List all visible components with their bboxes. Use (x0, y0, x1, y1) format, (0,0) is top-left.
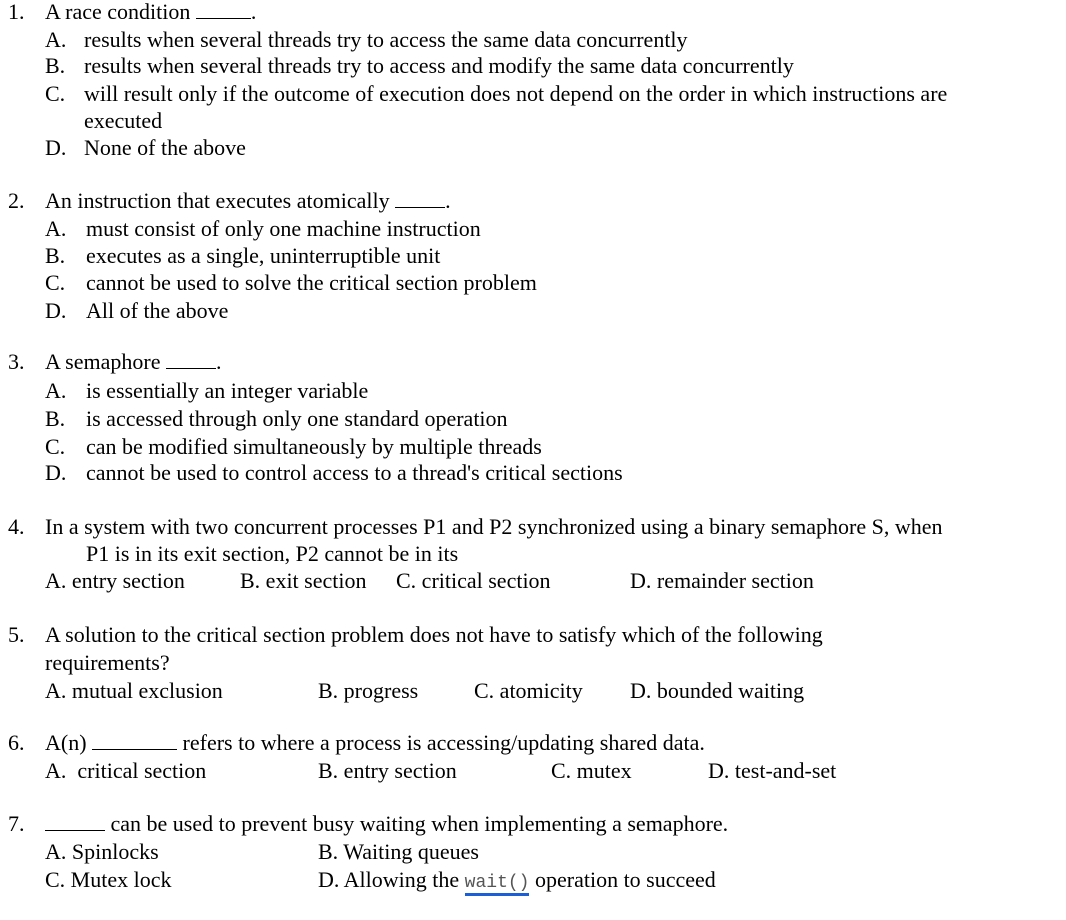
option-text: will result only if the outcome of execu… (84, 81, 948, 106)
option-text: C. Mutex lock (45, 867, 172, 892)
option: A. mutual exclusion (45, 678, 223, 703)
option: D. Allowing the wait() operation to succ… (318, 867, 716, 896)
option-text-after: operation to succeed (529, 867, 716, 892)
option: D. bounded waiting (630, 678, 805, 703)
question-number: 4. (8, 514, 25, 539)
option-text: must consist of only one machine instruc… (86, 216, 481, 241)
option-text: cannot be used to solve the critical sec… (86, 270, 537, 295)
stem-text: In a system with two concurrent processe… (45, 514, 943, 539)
option-text: executes as a single, uninterruptible un… (86, 243, 441, 268)
option-text: A. Spinlocks (45, 839, 159, 864)
option: B. entry section (318, 758, 457, 783)
option-text: D. Allowing the (318, 867, 465, 892)
question-stem: A(n) refers to where a process is access… (45, 730, 705, 756)
stem-text: . (445, 188, 451, 213)
option: C. critical section (396, 568, 551, 593)
answer-blank (92, 731, 178, 750)
option-text: All of the above (86, 298, 229, 323)
stem-text: . (215, 349, 222, 374)
question-number: 7. (8, 811, 25, 836)
option-text: cannot be used to control access to a th… (86, 460, 623, 485)
stem-text: An instruction that executes atomically (45, 188, 396, 213)
option-letter: B. (45, 53, 66, 78)
question-stem: A semaphore . (45, 349, 221, 375)
question-number: 6. (8, 730, 25, 755)
stem-text: . (250, 0, 257, 24)
question-stem: A race condition . (45, 0, 256, 25)
question-number: 5. (8, 622, 25, 647)
option-text: is accessed through only one standard op… (86, 406, 508, 431)
option: B. progress (318, 678, 419, 703)
option: D. remainder section (630, 568, 814, 593)
option-text: results when several threads try to acce… (84, 27, 688, 52)
option: B. Waiting queues (318, 839, 479, 865)
stem-text: A(n) (45, 730, 93, 755)
question-stem: A solution to the critical section probl… (45, 622, 823, 648)
option: C. mutex (551, 758, 632, 783)
answer-blank (45, 812, 105, 831)
option-letter: A. (45, 378, 67, 403)
stem-text: A solution to the critical section probl… (45, 622, 823, 647)
option-letter: C. (45, 270, 66, 295)
option: A. entry section (45, 568, 185, 593)
answer-blank (195, 0, 251, 19)
option-text: None of the above (84, 135, 246, 160)
option: C. atomicity (474, 678, 583, 703)
option: A. Spinlocks (45, 839, 159, 865)
stem-text: refers to where a process is accessing/u… (177, 730, 705, 755)
question-stem: can be used to prevent busy waiting when… (45, 811, 728, 837)
option-letter: C. (45, 81, 66, 106)
question-stem: In a system with two concurrent processe… (45, 514, 943, 540)
option-letter: A. (45, 27, 67, 52)
question-number: 1. (8, 0, 25, 24)
stem-text: A race condition (45, 0, 196, 24)
answer-blank (165, 350, 216, 369)
option-text: B. Waiting queues (318, 839, 479, 864)
question-stem: An instruction that executes atomically … (45, 188, 451, 214)
question-stem-continued: requirements? (45, 650, 170, 675)
question-number: 2. (8, 188, 25, 213)
option-letter: A. (45, 216, 67, 241)
option: A. critical section (45, 758, 207, 783)
option-text: can be modified simultaneously by multip… (86, 434, 542, 459)
option: B. exit section (240, 568, 367, 593)
option-letter: C. (45, 434, 66, 459)
option: D. test-and-set (708, 758, 837, 783)
question-number: 3. (8, 349, 25, 374)
option-text: results when several threads try to acce… (84, 53, 794, 78)
option-letter: B. (45, 406, 66, 431)
option-letter: D. (45, 135, 67, 160)
stem-text: A semaphore (45, 349, 166, 374)
code-wait: wait() (464, 873, 530, 896)
option-letter: D. (45, 298, 67, 323)
option-text: executed (84, 108, 163, 133)
stem-text: can be used to prevent busy waiting when… (105, 811, 729, 836)
option: C. Mutex lock (45, 867, 172, 893)
option-letter: B. (45, 243, 66, 268)
option-letter: D. (45, 460, 67, 485)
option-text: is essentially an integer variable (86, 378, 369, 403)
answer-blank (395, 189, 446, 208)
question-stem-continued: P1 is in its exit section, P2 cannot be … (86, 541, 459, 566)
